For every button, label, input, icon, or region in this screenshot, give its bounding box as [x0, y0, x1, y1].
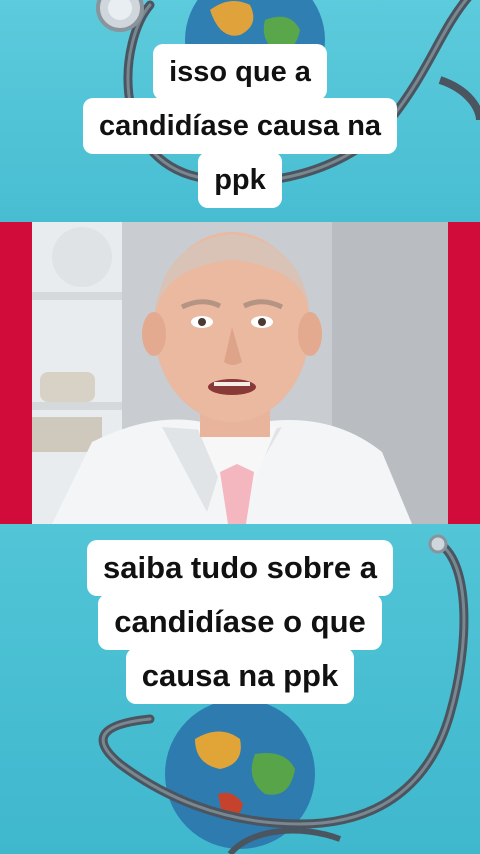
caption-line: candidíase causa na	[82, 98, 398, 154]
caption-line: causa na ppk	[125, 648, 355, 704]
caption-line: saiba tudo sobre a	[87, 540, 393, 596]
doctor-video[interactable]	[32, 222, 448, 524]
bottom-caption: saiba tudo sobre a candidíase o que caus…	[0, 540, 480, 704]
caption-line: isso que a	[153, 44, 327, 100]
video-frame	[0, 222, 480, 524]
caption-line: ppk	[198, 152, 282, 208]
caption-line: candidíase o que	[98, 594, 382, 650]
top-caption: isso que a candidíase causa na ppk	[0, 44, 480, 208]
